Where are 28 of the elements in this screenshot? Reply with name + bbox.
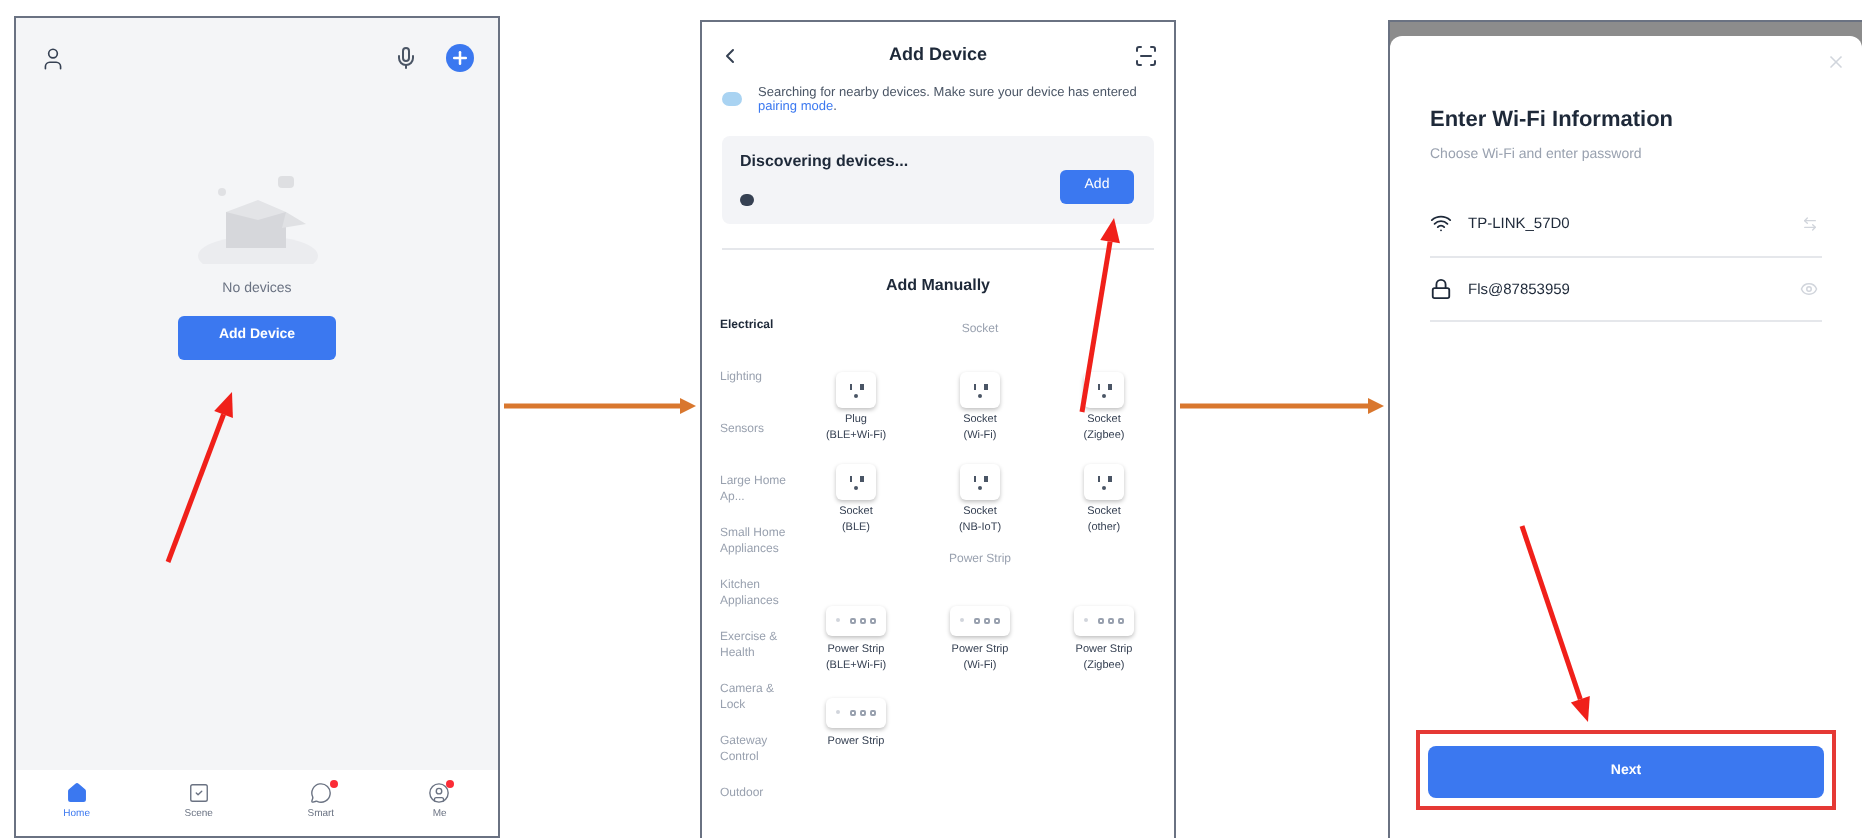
socket-icon [960,464,1000,500]
device-icon [740,193,754,205]
screen-title: Add Device [888,42,988,68]
dialog-title: Enter Wi-Fi Information [1430,106,1676,136]
microphone-icon[interactable] [394,46,418,70]
search-indicator-icon [722,91,742,105]
socket-icon [836,372,876,408]
person-circle-icon [428,782,451,805]
checkbox-icon [187,782,210,805]
power-strip-icon [826,697,886,727]
socket-icon [1084,372,1124,408]
wifi-icon [1430,212,1452,234]
power-strip-icon [826,605,886,635]
user-icon[interactable] [40,45,66,71]
lock-icon [1430,278,1452,300]
discovering-text: Discovering devices... [740,149,911,173]
empty-box-illustration [197,172,317,264]
section-title: Add Manually [883,274,992,298]
socket-icon [1084,464,1124,500]
add-icon[interactable] [446,44,474,72]
socket-icon [836,464,876,500]
speech-bubble-icon [309,782,332,805]
socket-icon [960,372,1000,408]
power-strip-icon [1074,605,1134,635]
power-strip-icon [950,605,1010,635]
home-icon [65,782,88,805]
switch-icon[interactable] [1802,215,1818,231]
scan-icon[interactable] [1134,43,1158,68]
